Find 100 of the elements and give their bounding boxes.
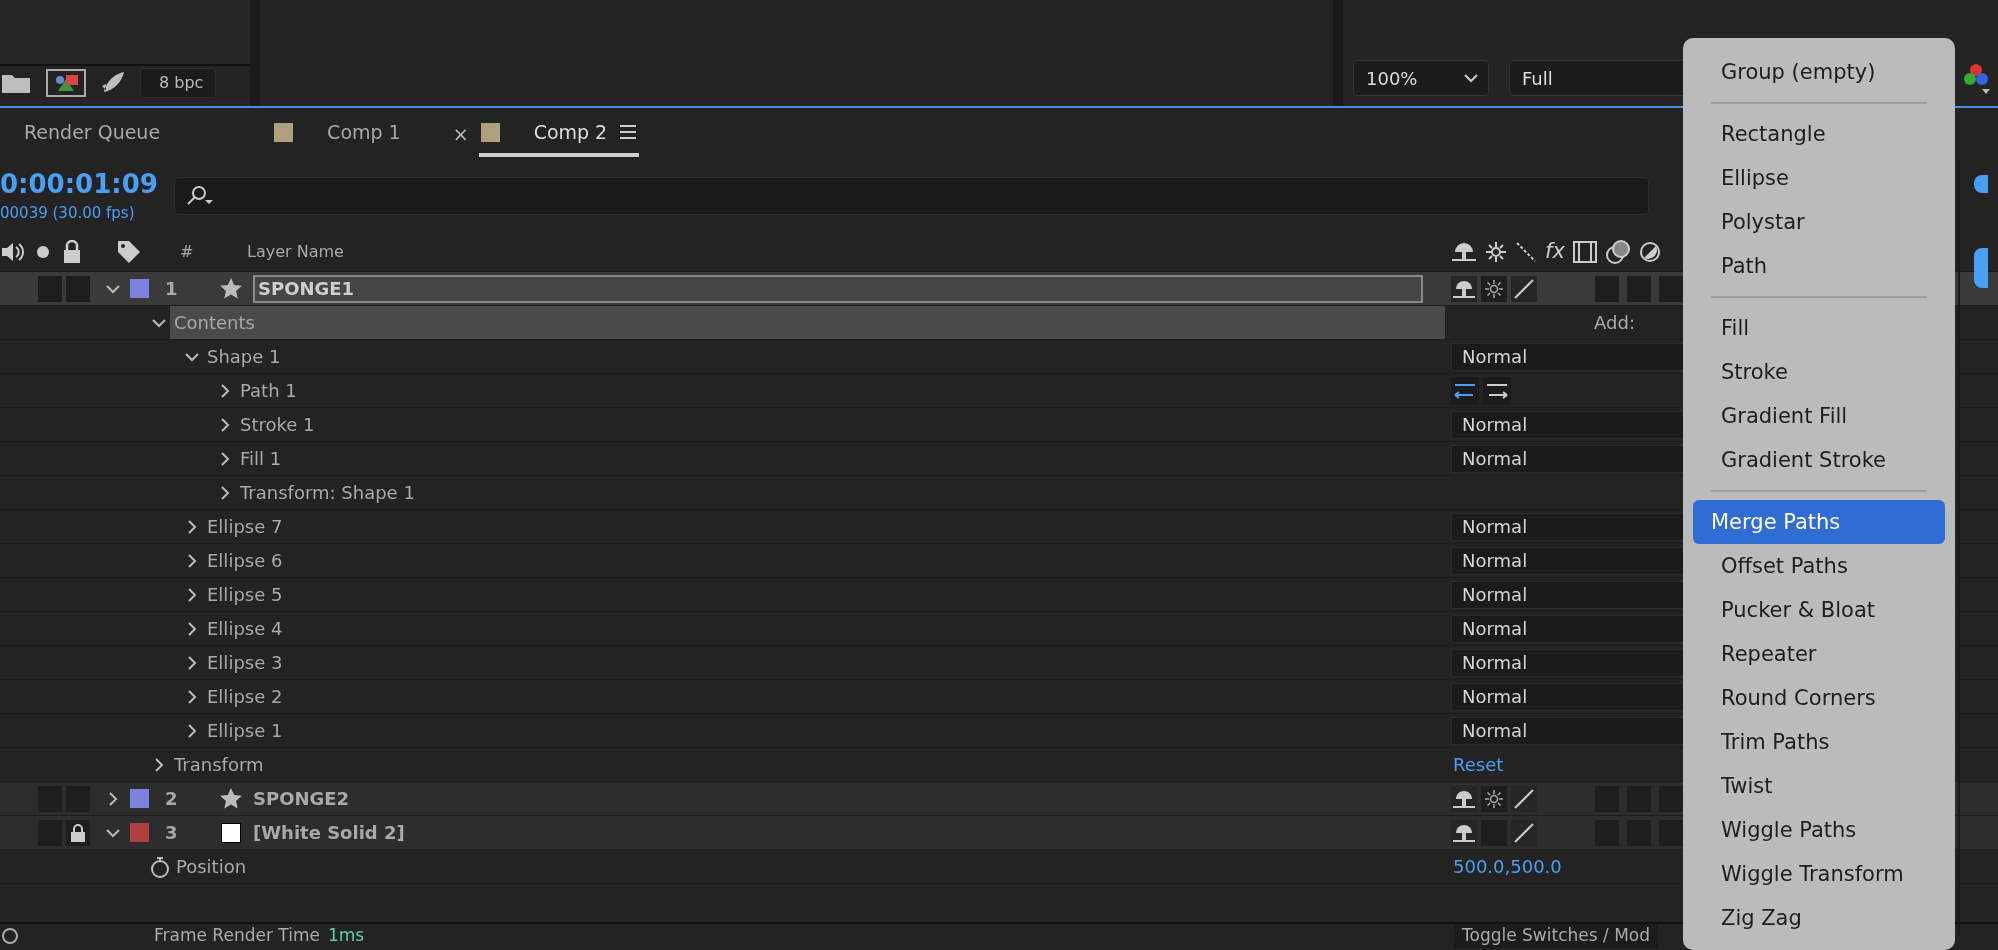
column-header: #: [179, 240, 195, 263]
path-direction-icon[interactable]: [1483, 376, 1511, 405]
search-icon: [185, 185, 215, 207]
menu-item[interactable]: Offset Paths: [1693, 544, 1945, 588]
quality-icon[interactable]: [1511, 275, 1537, 302]
switch-toggle[interactable]: [1659, 785, 1683, 812]
lock-toggle[interactable]: [66, 275, 90, 302]
switch-toggle[interactable]: [1659, 819, 1683, 846]
switch-toggle[interactable]: [1659, 275, 1683, 302]
solo-icon[interactable]: [36, 244, 50, 259]
render-time-label: Frame Render Time: [154, 924, 320, 947]
menu-item[interactable]: Rectangle: [1693, 112, 1945, 156]
collapse-switch[interactable]: [1481, 785, 1507, 812]
menu-item[interactable]: Ellipse: [1693, 156, 1945, 200]
effects-column-header: fx: [1545, 237, 1565, 265]
timecode[interactable]: 0:00:01:09: [0, 167, 158, 202]
tree-item-label[interactable]: Ellipse 5: [207, 581, 283, 608]
lock-icon: [70, 822, 86, 843]
menu-item[interactable]: Round Corners: [1693, 676, 1945, 720]
menu-item[interactable]: Stroke: [1693, 350, 1945, 394]
tree-item-label[interactable]: Transform: Shape 1: [240, 479, 415, 506]
switch-toggle[interactable]: [1595, 275, 1619, 302]
tree-item-label[interactable]: Ellipse 2: [207, 683, 283, 710]
tag-icon[interactable]: [116, 238, 142, 265]
search-field[interactable]: [174, 177, 1649, 215]
label-color-swatch[interactable]: [130, 279, 149, 298]
label-color-swatch[interactable]: [130, 789, 149, 808]
layer-number: 2: [164, 787, 179, 811]
lock-toggle[interactable]: [66, 819, 90, 846]
circles-icon[interactable]: [1604, 238, 1631, 265]
sun-icon[interactable]: [1485, 240, 1507, 263]
render-time-value: 1ms: [327, 924, 365, 947]
property-value[interactable]: Reset: [1453, 751, 1504, 778]
menu-item[interactable]: Gradient Stroke: [1693, 438, 1945, 482]
menu-item[interactable]: Gradient Fill: [1693, 394, 1945, 438]
layer-number: 1: [164, 277, 179, 301]
menu-item[interactable]: Path: [1693, 244, 1945, 288]
menu-item[interactable]: Wiggle Transform: [1693, 852, 1945, 896]
tree-item-label[interactable]: Position: [176, 853, 247, 880]
switch-toggle[interactable]: [1627, 275, 1651, 302]
close-icon[interactable]: ×: [452, 119, 469, 149]
add-menu-button[interactable]: Add:: [1594, 309, 1635, 336]
frame-count: 00039 (30.00 fps): [0, 202, 136, 224]
tree-item-label[interactable]: Fill 1: [240, 445, 282, 472]
film-icon[interactable]: [1572, 240, 1597, 263]
lock-icon[interactable]: [62, 239, 82, 264]
path-direction-icon[interactable]: [1451, 376, 1479, 405]
tree-item-label[interactable]: Ellipse 6: [207, 547, 283, 574]
menu-item[interactable]: Polystar: [1693, 200, 1945, 244]
property-value[interactable]: 500.0,500.0: [1453, 853, 1562, 880]
half-circle-icon[interactable]: [1638, 240, 1661, 263]
composition-icon[interactable]: [46, 69, 86, 97]
shy-icon[interactable]: [1451, 819, 1477, 846]
switch-toggle[interactable]: [38, 275, 62, 302]
sun-icon: [1484, 788, 1504, 809]
tree-item-label[interactable]: Path 1: [240, 377, 297, 404]
tree-item-label[interactable]: Transform: [174, 751, 264, 778]
column-header: Layer Name: [246, 240, 344, 263]
menu-icon[interactable]: [619, 124, 638, 140]
layer-number: 3: [164, 821, 179, 845]
tree-item-label[interactable]: Ellipse 1: [207, 717, 283, 744]
layer-name[interactable]: SPONGE2: [253, 785, 350, 812]
menu-item[interactable]: Fill: [1693, 306, 1945, 350]
menu-item[interactable]: Merge Paths: [1693, 500, 1945, 544]
work-area-handle[interactable]: [1974, 248, 1988, 288]
layer-name[interactable]: [White Solid 2]: [253, 819, 405, 846]
label-color-swatch[interactable]: [130, 823, 149, 842]
chevron-down-icon: [1464, 73, 1478, 83]
quality-icon[interactable]: [1511, 819, 1537, 846]
tab[interactable]: Render Queue: [22, 111, 163, 157]
toggle-switches-button[interactable]: Toggle Switches / Mod: [1454, 924, 1658, 948]
menu-item[interactable]: Zig Zag: [1693, 896, 1945, 940]
shy-icon[interactable]: [1451, 275, 1477, 302]
tree-item-label[interactable]: Ellipse 3: [207, 649, 283, 676]
star-icon: [219, 276, 243, 301]
menu-item[interactable]: Pucker & Bloat: [1693, 588, 1945, 632]
tree-item-label[interactable]: Stroke 1: [240, 411, 315, 438]
menu-item[interactable]: Twist: [1693, 764, 1945, 808]
tree-item-label[interactable]: Contents: [174, 309, 255, 336]
tab[interactable]: Comp 2: [478, 111, 640, 157]
color-channels-icon[interactable]: [1962, 62, 1992, 96]
collapse-switch[interactable]: [1481, 275, 1507, 302]
menu-item[interactable]: Trim Paths: [1693, 720, 1945, 764]
time-navigator-handle[interactable]: [1974, 175, 1988, 193]
quality-icon[interactable]: [1511, 785, 1537, 812]
solid-swatch: [221, 822, 241, 843]
star-icon: [219, 786, 243, 811]
bit-depth-button[interactable]: 8 bpc: [140, 68, 217, 98]
zoom-dropdown[interactable]: 100%: [1353, 60, 1489, 96]
menu-item[interactable]: Wiggle Paths: [1693, 808, 1945, 852]
layer-name-field[interactable]: SPONGE1: [253, 274, 1423, 303]
quality-icon[interactable]: [1515, 240, 1537, 263]
tree-item-label[interactable]: Ellipse 4: [207, 615, 283, 642]
sun-icon: [1484, 278, 1504, 299]
stopwatch-icon[interactable]: [148, 854, 172, 879]
tree-item-label[interactable]: Ellipse 7: [207, 513, 283, 540]
menu-item[interactable]: Repeater: [1693, 632, 1945, 676]
tree-item-label[interactable]: Shape 1: [207, 343, 281, 370]
shy-icon[interactable]: [1451, 785, 1477, 812]
tab[interactable]: Comp 1: [272, 111, 403, 157]
